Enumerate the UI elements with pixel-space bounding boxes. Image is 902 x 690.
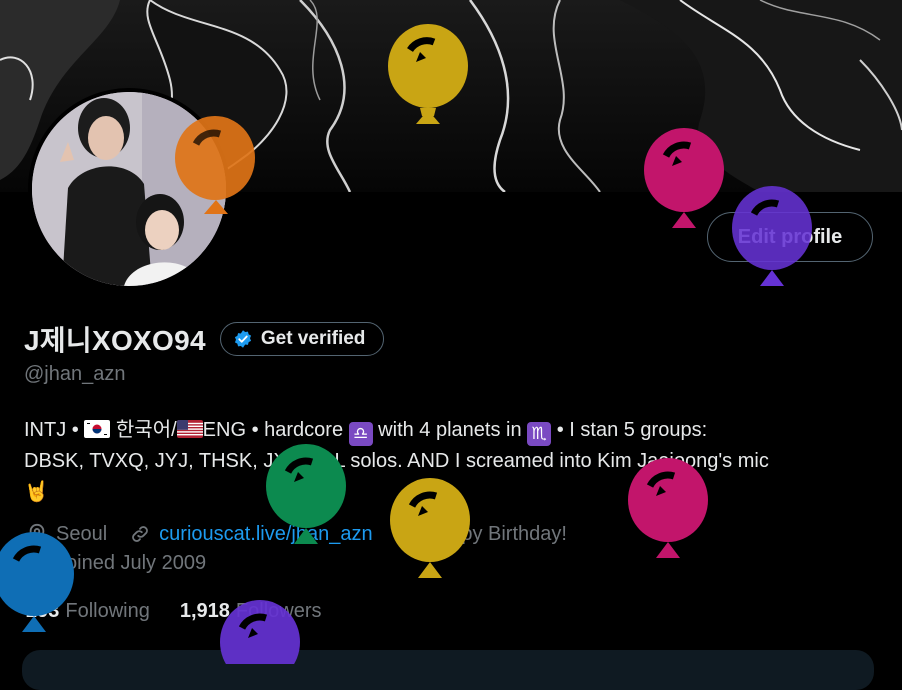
rock-hand-icon: 🤘: [24, 481, 49, 503]
balloon-icon: [390, 478, 470, 578]
bio-text-1: INTJ •: [24, 419, 85, 441]
link-icon: [132, 526, 148, 542]
balloon-icon: [0, 532, 74, 632]
balloon-icon: [644, 128, 724, 228]
balloon-icon: [266, 444, 346, 544]
bottom-panel: [22, 650, 874, 690]
balloon-icon: [220, 600, 300, 664]
following-label: Following: [65, 600, 150, 622]
joined-text: Joined July 2009: [56, 552, 207, 574]
bio-text-5: • I stan 5 groups:: [551, 419, 708, 441]
bio-text-3: ENG • hardcore: [202, 419, 349, 441]
scorpio-icon: ♏: [527, 422, 552, 446]
get-verified-button[interactable]: Get verified: [219, 322, 385, 356]
verified-badge-icon: [234, 330, 251, 348]
balloon-icon: [388, 24, 468, 124]
display-name: J제니XOXO94: [24, 325, 206, 356]
bio-text-2: 한국어/: [110, 419, 177, 441]
us-flag-icon: [176, 420, 203, 438]
balloon-icon: [732, 186, 812, 286]
libra-icon: ♎: [348, 422, 373, 446]
name-row: J제니XOXO94 Get verified: [24, 319, 385, 359]
get-verified-label: Get verified: [260, 328, 366, 349]
korea-flag-icon: [84, 420, 111, 438]
balloon-icon: [175, 116, 255, 214]
bio-text-4: with 4 planets in: [372, 419, 528, 441]
user-handle: @jhan_azn: [24, 363, 126, 385]
balloon-icon: [628, 458, 708, 558]
